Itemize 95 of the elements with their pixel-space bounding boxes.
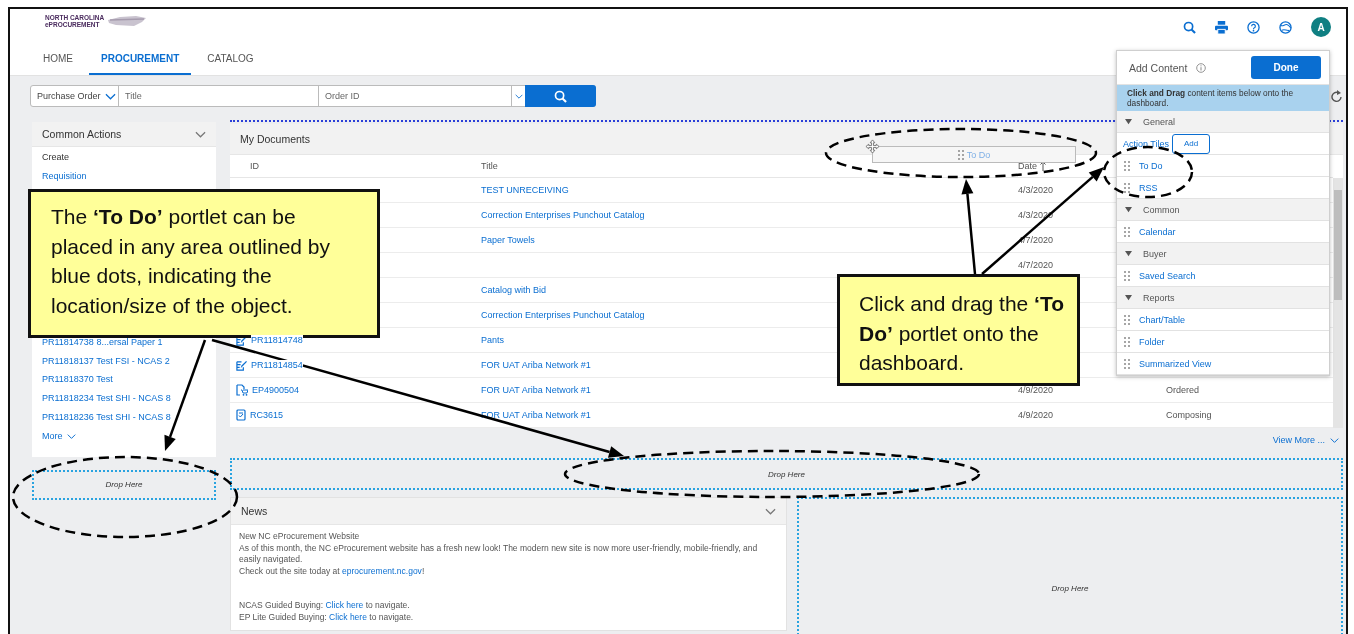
done-button[interactable]: Done: [1251, 56, 1321, 79]
group-header[interactable]: General: [1117, 111, 1329, 133]
id-link[interactable]: PR11814854: [251, 360, 303, 370]
news-text: As of this month, the NC eProcurement website has a fresh new look! The modern new site is now more user-friendly, mobile-friendly, and easily navigated.: [239, 542, 759, 566]
link[interactable]: eprocurement.nc.gov: [342, 565, 422, 576]
group-header[interactable]: Common: [1117, 199, 1329, 221]
title-link[interactable]: Correction Enterprises Punchout Catalog: [481, 210, 645, 220]
globe-icon[interactable]: [1279, 20, 1292, 34]
title-link[interactable]: Correction Enterprises Punchout Catalog: [481, 310, 645, 320]
scrollbar[interactable]: [1333, 178, 1343, 428]
chevron-down-icon: [1330, 436, 1339, 444]
column-header[interactable]: Title: [481, 161, 498, 171]
news-headline: New NC eProcurement Website: [239, 531, 361, 543]
panel-title: Common Actions: [42, 128, 122, 140]
document-link[interactable]: PR11818137 Test FSI - NCAS 2: [42, 355, 170, 366]
table-cell: Ordered: [1166, 385, 1200, 395]
content-item[interactable]: Chart/Table: [1139, 314, 1186, 325]
table-cell: 4/9/2020: [1018, 410, 1054, 420]
drag-handle-icon[interactable]: [1124, 336, 1130, 347]
group-header[interactable]: Reports: [1117, 287, 1329, 309]
content-item[interactable]: RSS: [1139, 182, 1158, 193]
more-link[interactable]: More: [42, 427, 76, 446]
tab[interactable]: CATALOG: [195, 45, 266, 75]
title-link[interactable]: FOR UAT Ariba Network #1: [481, 385, 591, 395]
title-link[interactable]: FOR UAT Ariba Network #1: [481, 360, 591, 370]
column-header[interactable]: ID: [250, 161, 259, 171]
expanded-triangle-icon: [1125, 118, 1132, 125]
drag-handle-icon[interactable]: [1124, 358, 1130, 369]
search-icon: [554, 89, 567, 103]
refresh-icon[interactable]: [1331, 89, 1343, 103]
panel-title: Add Content: [1129, 61, 1188, 74]
drop-zone: Drop Here: [230, 458, 1343, 490]
search-button[interactable]: [525, 85, 596, 107]
content-item[interactable]: To Do: [1139, 160, 1163, 171]
view-more-link[interactable]: View More ...: [1272, 435, 1339, 445]
avatar[interactable]: A: [1311, 17, 1331, 37]
drop-zone: Drop Here: [32, 469, 216, 500]
printer-icon[interactable]: [1215, 20, 1228, 34]
chevron-down-icon: [104, 92, 116, 100]
link[interactable]: Click here: [329, 611, 367, 622]
table-cell: 4/9/2020: [1018, 385, 1054, 395]
content-item[interactable]: Folder: [1139, 336, 1165, 347]
chevron-down-icon: [514, 92, 523, 100]
drag-handle-icon[interactable]: [1124, 160, 1130, 171]
drop-label: Drop Here: [1051, 583, 1089, 593]
add-button[interactable]: Add: [1172, 133, 1211, 154]
expanded-triangle-icon: [1125, 294, 1132, 301]
link[interactable]: Click here: [325, 600, 364, 611]
expanded-triangle-icon: [1125, 206, 1132, 213]
table-cell: 4/7/2020: [1018, 260, 1054, 270]
callout-text: Click and drag the ‘To Do’ portlet onto the dashboard.: [837, 274, 1080, 386]
id-link[interactable]: EP4900504: [252, 385, 300, 395]
panel-title: News: [241, 505, 268, 517]
id-link[interactable]: RC3615: [250, 410, 284, 420]
news-text: Check out the site today at eprocurement.nc.gov!: [239, 565, 426, 578]
instruction-text: Click and Drag content items below onto the dashboard.: [1117, 85, 1329, 111]
section-label: Create: [42, 151, 70, 164]
table-cell: 4/3/2020: [1018, 185, 1054, 195]
callout-text: The ‘To Do’ portlet can be placed in any area outlined by blue dots, indicating the location/size of the object.: [28, 189, 380, 338]
table-cell: Composing: [1166, 410, 1212, 420]
news-text: NCAS Guided Buying: Click here to navigate.: [239, 600, 411, 612]
drag-handle-icon[interactable]: [1124, 226, 1130, 237]
title-link[interactable]: Catalog with Bid: [481, 285, 547, 295]
tab[interactable]: HOME: [31, 45, 85, 75]
help-icon[interactable]: [1247, 20, 1260, 34]
column-header[interactable]: Date: [1018, 161, 1037, 171]
map-icon: [106, 14, 149, 28]
search-bar[interactable]: Purchase Order Title Order ID: [30, 85, 596, 107]
title-link[interactable]: Pants: [481, 335, 504, 345]
panel-title: My Documents: [240, 133, 311, 145]
group-header[interactable]: Buyer: [1117, 243, 1329, 265]
news-text: EP Lite Guided Buying: Click here to navigate.: [239, 611, 415, 624]
document-link[interactable]: PR11818234 Test SHI - NCAS 8: [42, 392, 171, 403]
title-link[interactable]: Paper Towels: [481, 235, 535, 245]
content-item[interactable]: Calendar: [1139, 226, 1176, 237]
info-icon[interactable]: [1196, 62, 1207, 73]
drag-handle-icon[interactable]: [957, 149, 964, 160]
chevron-down-icon: [195, 130, 206, 138]
create-link[interactable]: Requisition: [42, 166, 206, 186]
drag-handle-icon[interactable]: [1124, 314, 1130, 325]
title-link[interactable]: TEST UNRECEIVING: [481, 185, 569, 195]
content-item[interactable]: Summarized View: [1139, 358, 1212, 369]
drag-handle-icon[interactable]: [1124, 182, 1130, 193]
search-icon[interactable]: [1183, 20, 1196, 34]
id-link[interactable]: PR11814748: [251, 335, 303, 345]
document-link[interactable]: PR11818370 Test: [42, 374, 113, 385]
expanded-triangle-icon: [1125, 250, 1132, 257]
document-link[interactable]: PR11818236 Test SHI - NCAS 8: [42, 411, 171, 422]
chevron-down-icon: [66, 432, 76, 440]
content-item[interactable]: Action Tiles: [1123, 138, 1170, 149]
document-link[interactable]: PR11814738 8...ersal Paper 1: [42, 337, 163, 348]
move-cursor-icon: [865, 139, 880, 154]
drag-handle-icon[interactable]: [1124, 270, 1130, 281]
content-item[interactable]: Saved Search: [1139, 270, 1196, 281]
chevron-down-icon: [765, 507, 776, 515]
